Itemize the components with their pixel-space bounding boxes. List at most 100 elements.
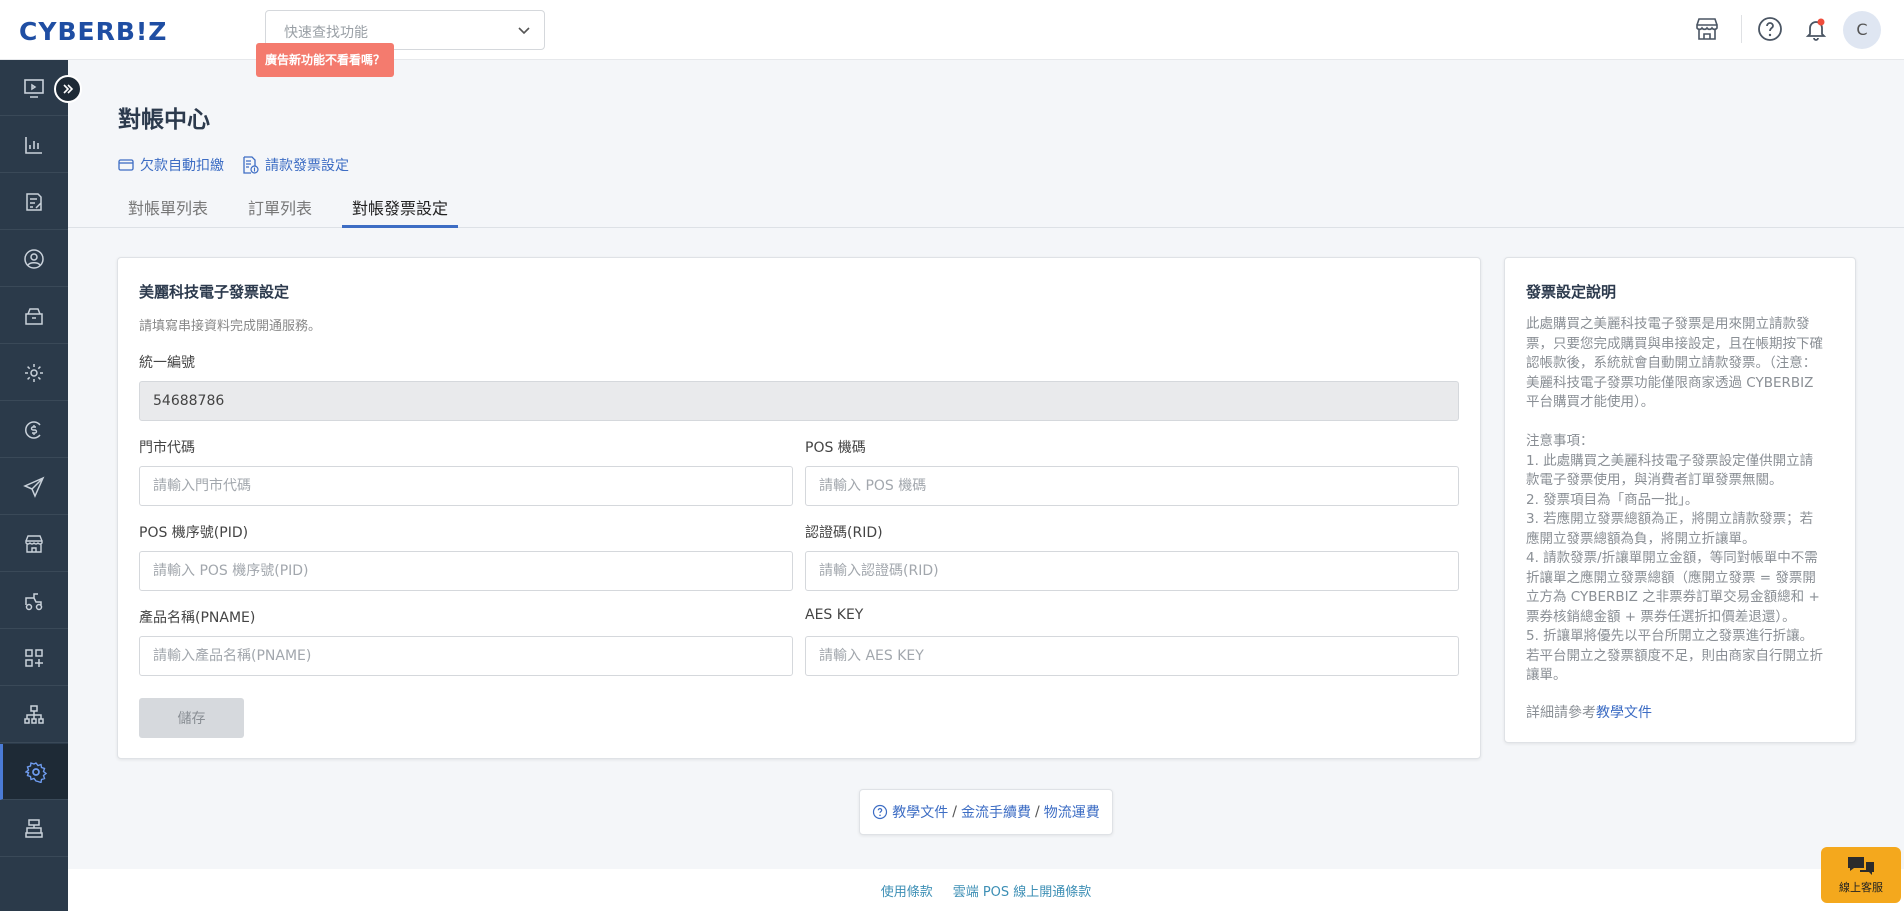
rid-field[interactable] [805,551,1459,591]
network-icon [24,704,44,724]
brand-logo[interactable]: CYBERB!Z [19,17,167,46]
chevron-down-icon [518,27,530,35]
info-intro: 此處購買之美麗科技電子發票是用來開立請款發 票，只要您完成購買與串接設定，且在帳… [1526,315,1838,413]
tab-invoice-settings[interactable]: 對帳發票設定 [352,195,448,219]
info-notes: 注意事項： 1. 此處購買之美麗科技電子發票設定僅供開立請 款電子發票使用，與消… [1526,432,1838,686]
footer-link-pos-terms[interactable]: 雲端 POS 線上開通條款 [953,881,1092,900]
help-separator: / [1035,804,1040,820]
sidebar-item-products[interactable] [0,288,68,344]
settings-icon [24,761,47,783]
aes-key-field[interactable] [805,636,1459,676]
sidebar-item-pos[interactable] [0,801,68,857]
sidebar-item-logistics[interactable] [0,573,68,629]
delivery-icon [25,592,43,610]
store-icon[interactable] [1693,15,1721,43]
pos-code-field[interactable] [805,466,1459,506]
sidebar-item-reports[interactable] [0,117,68,173]
help-link-shipping-fees[interactable]: 物流運費 [1044,802,1100,822]
page-title: 對帳中心 [118,107,210,133]
sidebar-collapse-toggle[interactable] [54,75,82,103]
save-button[interactable]: 儲存 [139,698,244,738]
send-icon [23,476,45,498]
info-ref-prefix: 詳細請參考 [1526,705,1596,721]
invoice-settings-card: 美麗科技電子發票設定 請填寫串接資料完成開通服務。 統一編號 門市代碼 POS … [117,257,1481,759]
sidebar-item-stores[interactable] [0,516,68,572]
help-circle-icon[interactable] [1756,15,1784,43]
help-links: 教學文件 / 金流手續費 / 物流運費 [859,789,1113,835]
sidebar-item-apps[interactable] [0,630,68,686]
avatar[interactable]: C [1843,11,1881,49]
card-subtitle: 請填寫串接資料完成開通服務。 [139,319,322,334]
info-note-line: 立方為 CYBERBIZ 之非票券訂單交易金額總和 + [1526,589,1820,605]
aes-key-label: AES KEY [805,607,864,623]
sidebar-item-channels[interactable] [0,687,68,743]
sidebar-item-finance[interactable] [0,402,68,458]
sidebar-item-settings[interactable] [0,744,68,800]
info-note-line: 注意事項： [1526,433,1594,449]
pos-pid-field[interactable] [139,551,793,591]
chat-bubbles-icon [1848,857,1874,875]
monitor-icon [24,78,44,98]
tab-statements[interactable]: 對帳單列表 [128,195,208,219]
invoice-icon [243,156,259,174]
info-note-line: 3. 若應開立發票總額為正，將開立請款發票；若 [1526,511,1814,527]
rid-label: 認證碼(RID) [805,525,883,541]
info-intro-line: 此處購買之美麗科技電子發票是用來開立請款發 [1526,316,1810,332]
store-code-label: 門市代碼 [139,440,195,456]
invoice-help-card: 發票設定說明 此處購買之美麗科技電子發票是用來開立請款發 票，只要您完成購買與串… [1504,257,1856,743]
help-link-payment-fees[interactable]: 金流手續費 [961,802,1031,822]
info-note-line: 2. 發票項目為「商品一批」。 [1526,491,1699,508]
help-separator: / [952,804,957,820]
help-link-tutorial[interactable]: 教學文件 [892,802,948,822]
quick-search-placeholder: 快速查找功能 [284,25,368,41]
link-invoice-settings[interactable]: 請款發票設定 [241,155,349,175]
help-circle-icon [873,804,888,820]
bell-icon[interactable] [1802,15,1830,43]
footer: 使用條款 雲端 POS 線上開通條款 [68,869,1904,911]
sidebar [0,60,68,911]
info-title: 發票設定說明 [1526,283,1617,301]
info-note-line: 4. 請款發票/折讓單開立金額，等同對帳單中不需 [1526,550,1818,566]
info-intro-line: 平台購買才能使用）。 [1526,394,1655,410]
edit-list-icon [26,192,42,211]
active-tab-indicator [342,225,458,228]
live-chat-button[interactable]: 線上客服 [1821,847,1901,903]
info-note-line: 若平台開立之發票額度不足，則由商家自行開立折 [1526,647,1823,664]
sidebar-item-settings-general[interactable] [0,345,68,401]
footer-link-terms[interactable]: 使用條款 [881,881,933,900]
info-note-line: 1. 此處購買之美麗科技電子發票設定僅供開立請 [1526,452,1814,469]
pos-code-label: POS 機碼 [805,440,866,456]
tax-id-label: 統一編號 [139,355,195,371]
register-icon [25,818,43,838]
pname-label: 產品名稱(PNAME) [139,610,256,626]
sidebar-item-marketing[interactable] [0,459,68,515]
pname-field[interactable] [139,636,793,676]
info-note-line: 應開立發票總額為負，將開立折讓單。 [1526,530,1756,547]
link-invoice-settings-label: 請款發票設定 [265,158,349,174]
storefront-icon [25,534,43,553]
info-intro-line: 認帳款後，系統就會自動開立請款發票。（注意： [1526,355,1817,371]
info-note-line: 讓單。 [1526,667,1567,683]
info-note-line: 票券核銷總金額 + 票券任選折扣價差退還）。 [1526,608,1796,625]
info-reference: 詳細請參考教學文件 [1526,702,1652,722]
live-chat-label: 線上客服 [1839,881,1883,894]
promo-badge[interactable]: 廣告新功能不看看嗎？ [256,43,395,77]
info-note-line: 折讓單之應開立發票總額（應開立發票 = 發票開 [1526,569,1816,586]
card-icon [118,159,134,171]
link-auto-debit-label: 欠款自動扣繳 [140,158,224,174]
apps-add-icon [25,648,43,667]
info-note-line: 5. 折讓單將優先以平台所開立之發票進行折讓。 [1526,628,1814,644]
info-note-line: 款電子發票使用，與消費者訂單發票無關。 [1526,472,1783,488]
tax-id-field [139,381,1459,421]
store-code-field[interactable] [139,466,793,506]
card-title: 美麗科技電子發票設定 [139,283,290,301]
gear-icon [25,363,43,382]
chart-icon [25,136,42,154]
sidebar-item-customers[interactable] [0,231,68,287]
double-chevron-right-icon [63,84,74,94]
link-auto-debit[interactable]: 欠款自動扣繳 [118,155,224,175]
coin-icon [25,420,41,439]
sidebar-item-orders[interactable] [0,174,68,230]
tutorial-doc-link[interactable]: 教學文件 [1596,705,1652,721]
tab-orders[interactable]: 訂單列表 [248,195,312,219]
